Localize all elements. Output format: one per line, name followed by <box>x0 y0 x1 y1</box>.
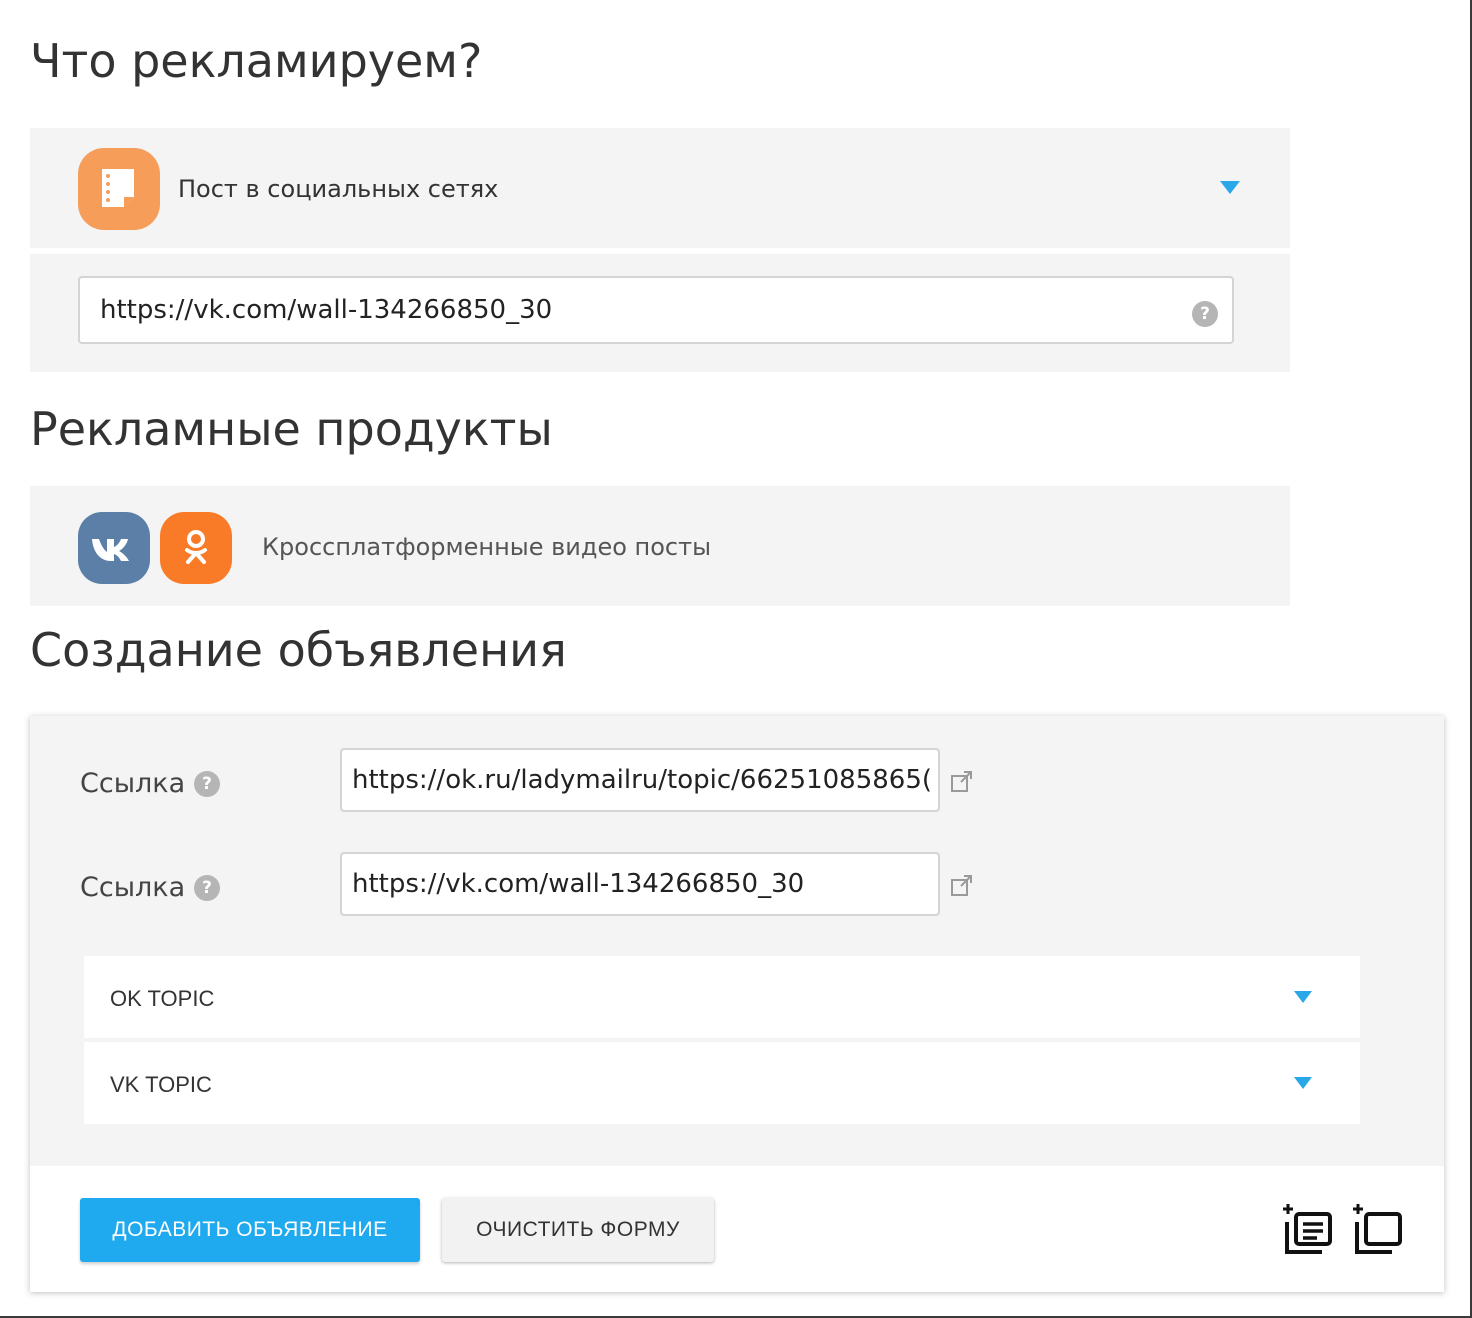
ok-topic-select[interactable]: OK TOPIC <box>84 956 1360 1038</box>
chevron-down-icon[interactable] <box>1294 991 1312 1003</box>
help-icon[interactable]: ? <box>194 875 220 901</box>
vk-topic-label: VK TOPIC <box>110 1072 212 1097</box>
help-icon[interactable]: ? <box>1192 301 1218 327</box>
object-url-panel: ? <box>30 254 1290 372</box>
link-label-vk: Ссылка <box>80 872 186 903</box>
help-icon[interactable]: ? <box>194 771 220 797</box>
section-title-products: Рекламные продукты <box>30 402 553 456</box>
section-title-what: Что рекламируем? <box>30 34 483 88</box>
object-url-input[interactable] <box>78 276 1234 344</box>
link-label-ok: Ссылка <box>80 768 186 799</box>
object-type-select[interactable]: Пост в социальных сетях <box>30 128 1290 248</box>
vk-icon <box>78 512 150 584</box>
product-item[interactable]: Кроссплатформенные видео посты <box>30 486 1290 606</box>
ok-topic-label: OK TOPIC <box>110 986 215 1011</box>
post-icon <box>78 148 160 230</box>
external-link-icon[interactable] <box>950 770 974 794</box>
external-link-icon[interactable] <box>950 874 974 898</box>
ok-icon <box>160 512 232 584</box>
link-input-ok[interactable] <box>340 748 940 812</box>
ad-form-body: Ссылка ? Ссылка ? OK TOPIC VK TOPIC <box>30 716 1444 1166</box>
add-multiple-ads-icon[interactable] <box>1280 1202 1336 1258</box>
product-label: Кроссплатформенные видео посты <box>262 533 712 561</box>
ad-form-card: Ссылка ? Ссылка ? OK TOPIC VK TOPIC ДОБА… <box>30 716 1444 1292</box>
clear-form-button[interactable]: ОЧИСТИТЬ ФОРМУ <box>442 1198 714 1262</box>
object-type-label: Пост в социальных сетях <box>178 175 499 203</box>
section-title-create: Создание объявления <box>30 623 567 677</box>
link-input-vk[interactable] <box>340 852 940 916</box>
vk-topic-select[interactable]: VK TOPIC <box>84 1042 1360 1124</box>
chevron-down-icon[interactable] <box>1294 1077 1312 1089</box>
chevron-down-icon[interactable] <box>1220 181 1240 194</box>
add-copy-ad-icon[interactable] <box>1350 1202 1406 1258</box>
add-ad-button[interactable]: ДОБАВИТЬ ОБЪЯВЛЕНИЕ <box>80 1198 420 1262</box>
